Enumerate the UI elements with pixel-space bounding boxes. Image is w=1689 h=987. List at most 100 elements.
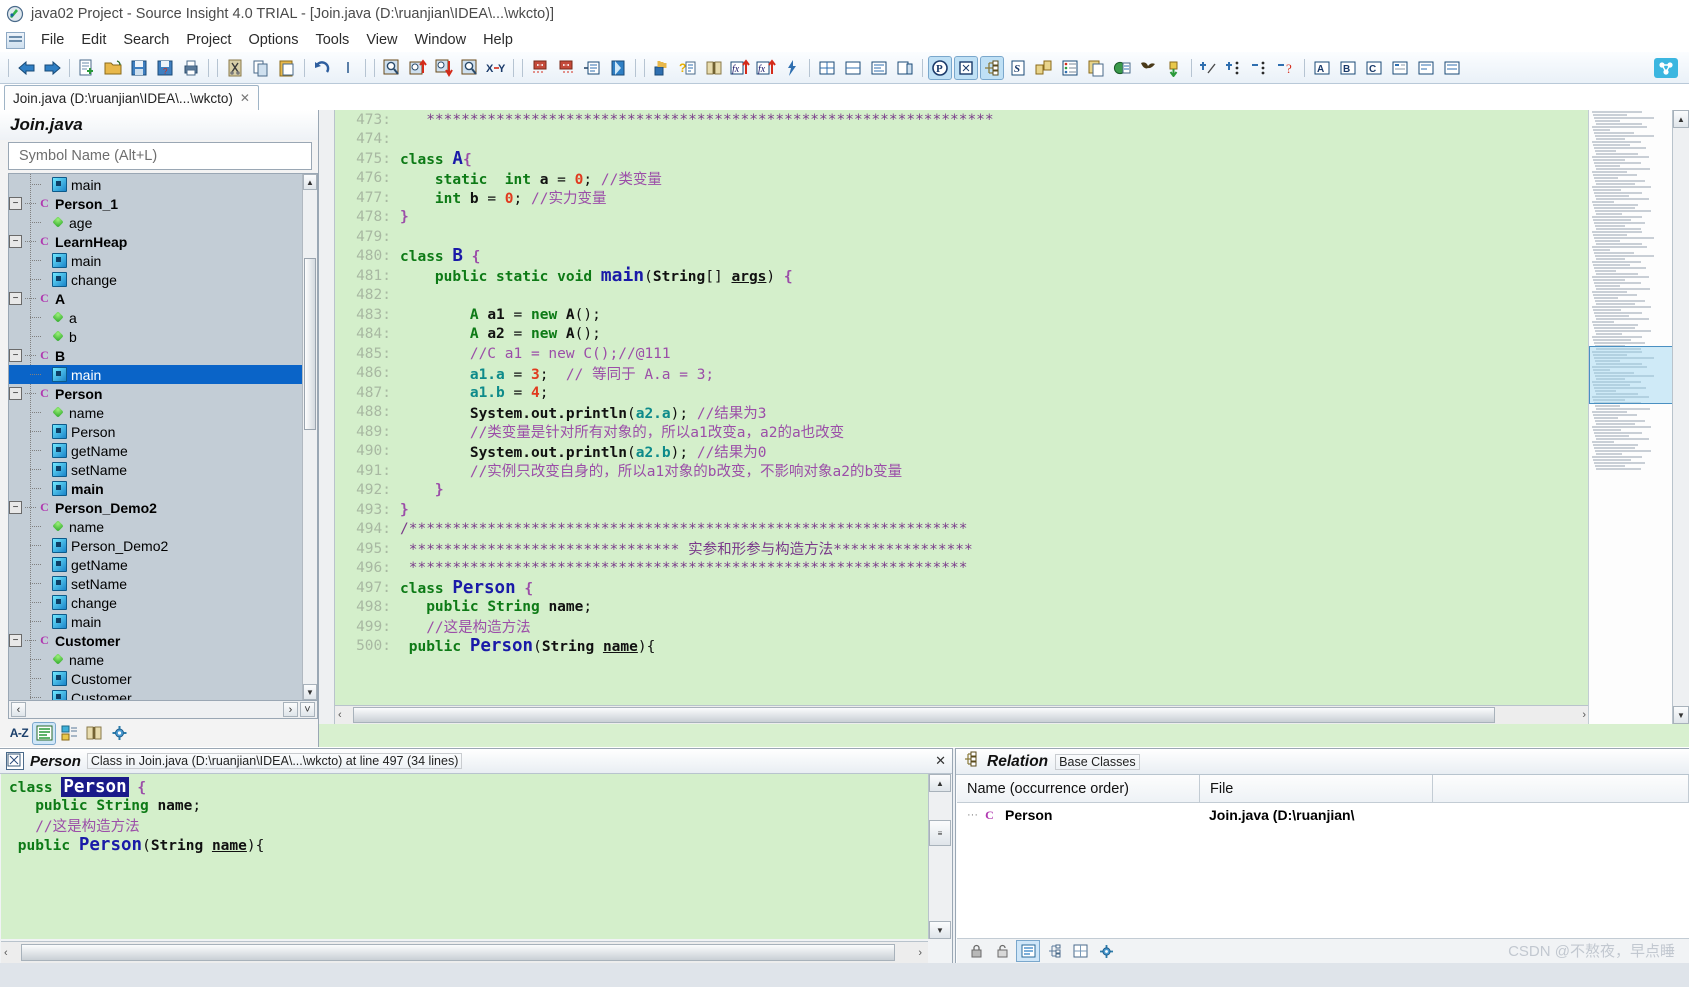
symbol-tree-item[interactable]: a [9,308,302,327]
list-icon[interactable] [1016,940,1040,962]
code-line[interactable]: 485: //C a1 = new C();//@111 [335,344,1589,364]
symbol-tree-item[interactable]: − C Person_1 [9,194,302,213]
menu-item-search[interactable]: Search [115,30,177,50]
code-line[interactable]: 495: ******************************* 实参和… [335,539,1589,559]
code-line[interactable]: 473: ***********************************… [335,110,1589,130]
scroll-right-icon[interactable]: › [283,702,298,717]
file-compare-icon[interactable] [1033,57,1055,79]
function-down-icon[interactable]: fx [755,57,777,79]
project-window-icon[interactable]: P [928,55,952,80]
scroll-left-icon[interactable]: ‹ [11,702,26,717]
code-line[interactable]: 492: } [335,481,1589,501]
code-line[interactable]: 488: System.out.println(a2.a); //结果为3 [335,403,1589,423]
minimap-viewport[interactable] [1589,346,1673,404]
context-code-line[interactable]: public Person(String name){ [1,835,928,855]
tile-vertical-icon[interactable] [842,57,864,79]
scroll-up-icon[interactable]: ▲ [929,774,951,792]
scroll-up-icon[interactable]: ▲ [1673,110,1689,128]
tree-icon[interactable] [1043,941,1065,961]
jump-forward-icon[interactable] [555,57,577,79]
symbol-tree-item[interactable]: − C A [9,289,302,308]
panel-d-icon[interactable] [1389,57,1411,79]
symbol-tree-item[interactable]: change [9,593,302,612]
editor-vscrollbar[interactable]: ▲ ▼ [1672,110,1689,724]
undo-icon[interactable] [311,57,333,79]
function-up-icon[interactable]: fx [729,57,751,79]
symbol-tree-item[interactable]: change [9,270,302,289]
symbol-type-button[interactable] [58,723,80,744]
code-line[interactable]: 474: [335,130,1589,150]
collapse-toggle-icon[interactable]: − [9,501,22,514]
code-line[interactable]: 490: System.out.println(a2.b); //结果为0 [335,442,1589,462]
symbol-tree-item[interactable]: b [9,327,302,346]
editor-code-area[interactable]: 473: ***********************************… [335,110,1589,724]
tile-horizontal-icon[interactable] [816,57,838,79]
search-down-icon[interactable] [433,57,455,79]
symbol-tree-item[interactable]: getName [9,441,302,460]
code-line[interactable]: 486: a1.a = 3; // 等同于 A.a = 3; [335,364,1589,384]
unlock-icon[interactable] [991,941,1013,961]
context-panel-hscrollbar[interactable]: ‹ › [1,941,928,963]
column-header-file[interactable]: File [1200,775,1433,802]
symbol-tree-scrollbar[interactable]: ▲ ▼ [302,174,317,700]
scrollbar-thumb[interactable] [353,707,1495,723]
code-line[interactable]: 489: //类变量是针对所有对象的，所以a1改变a，a2的a也改变 [335,422,1589,442]
reference-button[interactable] [83,723,105,744]
symbol-tree-item[interactable]: Customer [9,688,302,700]
context-panel-vscrollbar[interactable]: ▲ ≡ ▼ [928,774,951,939]
open-folder-icon[interactable] [102,57,124,79]
scrollbar-thumb[interactable]: ≡ [929,820,951,846]
menu-item-options[interactable]: Options [240,30,306,50]
symbol-tree-item[interactable]: name [9,517,302,536]
si-logo-icon[interactable] [1653,56,1679,80]
source-links-icon[interactable]: S [1007,57,1029,79]
code-line[interactable]: 478:} [335,208,1589,228]
options-icon[interactable] [1095,941,1117,961]
scroll-down-icon[interactable]: ▼ [303,684,317,700]
scroll-down-icon[interactable]: ▼ [929,921,951,939]
symbol-tree-item[interactable]: − C Person_Demo2 [9,498,302,517]
sort-az-button[interactable]: A-Z [8,723,30,744]
forward-icon[interactable] [41,57,63,79]
highlight-icon[interactable] [651,57,673,79]
code-line[interactable]: 481: public static void main(String[] ar… [335,265,1589,286]
panel-e-icon[interactable] [1415,57,1437,79]
menu-item-window[interactable]: Window [406,30,474,50]
menu-item-view[interactable]: View [358,30,405,50]
search-up-icon[interactable] [407,57,429,79]
scrollbar-thumb[interactable] [304,258,316,430]
prev-bookmark-icon[interactable] [1250,57,1272,79]
panel-f-icon[interactable] [1441,57,1463,79]
new-file-icon[interactable] [76,57,98,79]
symbol-tree-item[interactable]: main [9,479,302,498]
symbol-tree-item[interactable]: − C Person [9,384,302,403]
context-panel-body[interactable]: class Person { public String name; //这是构… [1,774,928,939]
collapse-toggle-icon[interactable]: − [9,235,22,248]
jump-back-icon[interactable] [529,57,551,79]
symbol-tree-item[interactable]: name [9,650,302,669]
menu-item-file[interactable]: File [33,30,72,50]
symbol-tree-item[interactable]: getName [9,555,302,574]
code-line[interactable]: 480: class B { [335,246,1589,266]
options-button[interactable] [108,723,130,744]
code-line[interactable]: 496: ***********************************… [335,559,1589,579]
context-code-line[interactable]: //这是构造方法 [1,816,928,836]
panel-c-icon[interactable]: C [1363,57,1385,79]
symbol-tree[interactable]: main − C Person_1 age − C LearnHeap main change − C… [9,174,302,700]
system-menu-icon[interactable] [6,31,25,49]
relation-window-icon[interactable] [980,55,1004,80]
search-all-icon[interactable] [459,57,481,79]
code-line[interactable]: 476: static int a = 0; //类变量 [335,169,1589,189]
table-row[interactable]: ··· C Person Join.java (D:\ruanjian\ [957,803,1689,827]
tab-join-java[interactable]: Join.java (D:\ruanjian\IDEA\...\wkcto) ✕ [4,85,259,110]
code-line[interactable]: 484: A a2 = new A(); [335,325,1589,345]
symbol-tree-hscrollbar[interactable]: ‹ › ˅ [8,701,318,719]
panel-b-icon[interactable]: B [1337,57,1359,79]
collapse-toggle-icon[interactable]: − [9,349,22,362]
symbol-tree-item[interactable]: age [9,213,302,232]
lightning-icon[interactable] [781,57,803,79]
print-icon[interactable] [180,57,202,79]
menu-item-project[interactable]: Project [178,30,239,50]
editor-hscrollbar[interactable]: ‹ › [335,705,1589,724]
code-line[interactable]: 500: public Person(String name){ [335,636,1589,656]
